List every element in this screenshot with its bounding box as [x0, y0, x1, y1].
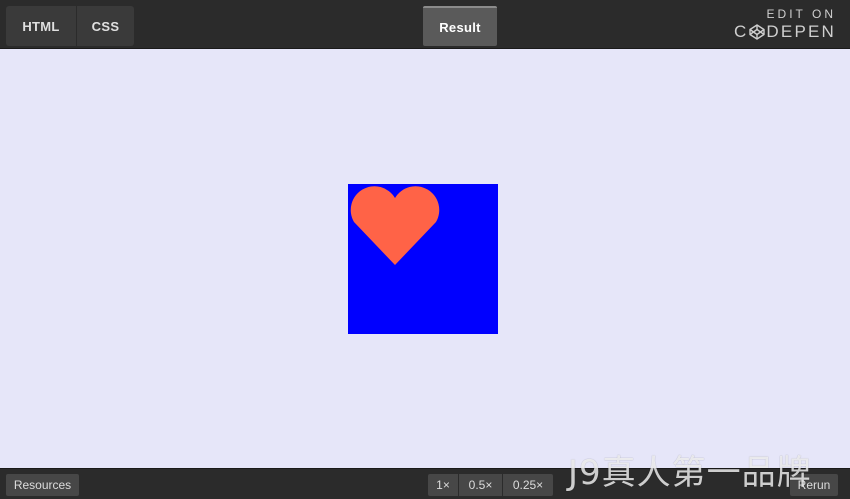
- codepen-logo: C DEPEN: [734, 21, 836, 43]
- logo-text-right: DEPEN: [766, 22, 836, 41]
- tab-result[interactable]: Result: [423, 6, 497, 46]
- heart-icon: [350, 186, 440, 265]
- result-preview: [0, 49, 850, 468]
- editor-toolbar: HTML CSS Result EDIT ON C DEPEN: [0, 0, 850, 49]
- edit-on-codepen-link[interactable]: EDIT ON C DEPEN: [734, 7, 836, 43]
- rerun-button[interactable]: Rerun: [790, 474, 838, 496]
- logo-text-left: C: [733, 22, 749, 41]
- bottom-toolbar: Resources 1× 0.5× 0.25× Rerun: [0, 468, 850, 499]
- blue-square: [348, 184, 498, 334]
- tab-css[interactable]: CSS: [77, 6, 134, 46]
- zoom-05x-button[interactable]: 0.5×: [459, 474, 502, 496]
- zoom-1x-button[interactable]: 1×: [428, 474, 458, 496]
- tab-html[interactable]: HTML: [6, 6, 77, 46]
- edit-on-label: EDIT ON: [766, 7, 836, 21]
- codepen-cube-icon: [749, 24, 766, 40]
- resources-button[interactable]: Resources: [6, 474, 79, 496]
- zoom-025x-button[interactable]: 0.25×: [503, 474, 553, 496]
